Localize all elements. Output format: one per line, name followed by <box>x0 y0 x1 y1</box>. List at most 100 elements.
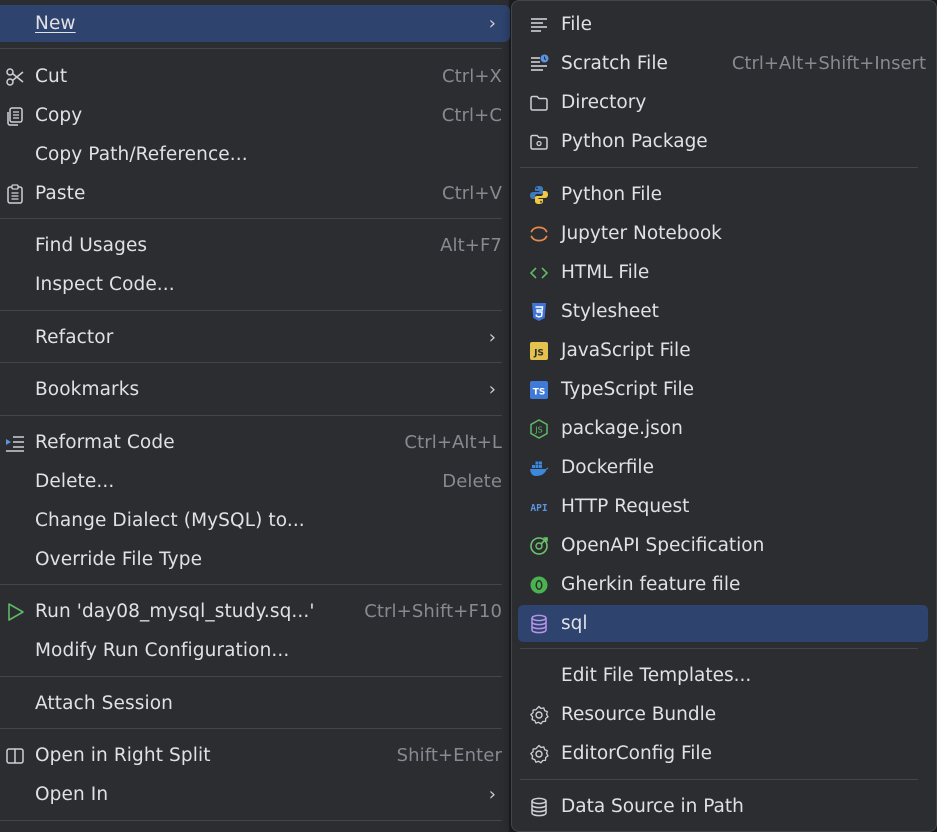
menu-item-run[interactable]: Run 'day08_mysql_study.sq...' Ctrl+Shift… <box>0 593 510 630</box>
shortcut-text: Ctrl+C <box>441 105 502 126</box>
submenu-separator <box>520 167 918 168</box>
menu-item-refactor[interactable]: Refactor › <box>0 319 510 356</box>
menu-item-open-right-split[interactable]: Open in Right Split Shift+Enter <box>0 737 510 774</box>
submenu-item-editorconfig-file[interactable]: EditorConfig File <box>518 735 928 772</box>
menu-item-delete[interactable]: Delete... Delete <box>0 463 510 500</box>
database-icon <box>528 613 550 635</box>
menu-separator <box>0 218 502 219</box>
menu-item-modify-run-configuration[interactable]: Modify Run Configuration... <box>0 632 510 669</box>
api-icon-text: API <box>530 503 547 514</box>
submenu-item-jupyter-notebook[interactable]: Jupyter Notebook <box>518 215 928 252</box>
menu-item-label: Delete... <box>35 471 115 492</box>
menu-item-label: Override File Type <box>35 549 203 570</box>
submenu-item-python-package[interactable]: Python Package <box>518 123 928 160</box>
html-icon <box>528 262 550 284</box>
menu-separator <box>0 820 502 821</box>
js-icon-text: JS <box>533 348 544 358</box>
submenu-item-label: HTTP Request <box>561 496 690 517</box>
submenu-item-scratch-file[interactable]: Scratch File Ctrl+Alt+Shift+Insert <box>518 45 928 82</box>
submenu-item-typescript-file[interactable]: TS TypeScript File <box>518 371 928 408</box>
shortcut-text: Shift+Enter <box>396 745 502 766</box>
menu-item-label: Inspect Code... <box>35 274 175 295</box>
jupyter-icon <box>528 223 550 245</box>
submenu-item-label: Edit File Templates... <box>561 665 752 686</box>
submenu-item-label: Dockerfile <box>561 457 654 478</box>
menu-item-new[interactable]: New › <box>0 5 510 42</box>
clipboard-icon <box>4 183 26 205</box>
menu-item-find-usages[interactable]: Find Usages Alt+F7 <box>0 227 510 264</box>
submenu-item-label: Resource Bundle <box>561 704 717 725</box>
menu-item-paste[interactable]: Paste Ctrl+V <box>0 175 510 212</box>
submenu-item-sql[interactable]: sql <box>518 605 928 642</box>
openapi-icon <box>528 535 550 557</box>
menu-item-label: New <box>35 13 76 34</box>
python-icon <box>528 184 550 206</box>
submenu-item-edit-file-templates[interactable]: Edit File Templates... <box>518 657 928 694</box>
menu-item-label: Open in Right Split <box>35 745 211 766</box>
submenu-item-label: Directory <box>561 92 647 113</box>
menu-item-label: Modify Run Configuration... <box>35 640 290 661</box>
submenu-item-http-request[interactable]: API HTTP Request <box>518 488 928 525</box>
submenu-item-directory[interactable]: Directory <box>518 84 928 121</box>
menu-item-attach-session[interactable]: Attach Session <box>0 685 510 722</box>
submenu-item-dockerfile[interactable]: Dockerfile <box>518 449 928 486</box>
split-view-icon <box>4 745 26 767</box>
menu-item-label: Run 'day08_mysql_study.sq...' <box>35 601 315 622</box>
chevron-right-icon: › <box>488 784 496 805</box>
menu-item-label: Copy Path/Reference... <box>35 144 248 165</box>
submenu-item-label: HTML File <box>561 262 650 283</box>
context-menu-screen: New › Cut Ctrl+X Copy Ctrl+C Copy Path/R… <box>0 0 937 832</box>
typescript-icon: TS <box>528 379 550 401</box>
submenu-item-label: package.json <box>561 418 683 439</box>
submenu-item-label: Jupyter Notebook <box>561 223 722 244</box>
python-package-icon <box>528 131 550 153</box>
chevron-right-icon: › <box>488 327 496 348</box>
submenu-item-package-json[interactable]: JS package.json <box>518 410 928 447</box>
submenu-item-stylesheet[interactable]: Stylesheet <box>518 293 928 330</box>
shortcut-text: Ctrl+X <box>441 66 502 87</box>
submenu-item-label: EditorConfig File <box>561 743 712 764</box>
menu-separator <box>0 676 502 677</box>
scissors-icon <box>4 66 26 88</box>
menu-item-label: Paste <box>35 183 86 204</box>
submenu-item-gherkin-feature-file[interactable]: Gherkin feature file <box>518 566 928 603</box>
menu-item-copy[interactable]: Copy Ctrl+C <box>0 97 510 134</box>
menu-item-override-file-type[interactable]: Override File Type <box>0 541 510 578</box>
submenu-item-html-file[interactable]: HTML File <box>518 254 928 291</box>
menu-item-reformat-code[interactable]: Reformat Code Ctrl+Alt+L <box>0 424 510 461</box>
menu-item-copy-path[interactable]: Copy Path/Reference... <box>0 136 510 173</box>
submenu-item-openapi-specification[interactable]: OpenAPI Specification <box>518 527 928 564</box>
gherkin-icon <box>528 574 550 596</box>
ts-icon-text: TS <box>533 387 546 397</box>
scratch-file-icon <box>528 53 550 75</box>
database-icon <box>528 796 550 818</box>
new-submenu: File Scratch File Ctrl+Alt+Shift+Insert … <box>511 0 937 832</box>
submenu-item-file[interactable]: File <box>518 6 928 43</box>
submenu-item-data-source-in-path[interactable]: Data Source in Path <box>518 788 928 825</box>
chevron-right-icon: › <box>488 13 496 34</box>
reformat-icon <box>4 432 26 454</box>
menu-item-label: Refactor <box>35 327 114 348</box>
menu-item-label: Change Dialect (MySQL) to... <box>35 510 305 531</box>
copy-icon <box>4 105 26 127</box>
menu-item-cut[interactable]: Cut Ctrl+X <box>0 58 510 95</box>
submenu-item-label: sql <box>561 613 588 634</box>
menu-separator <box>0 415 502 416</box>
menu-item-open-in[interactable]: Open In › <box>0 776 510 813</box>
shortcut-text: Ctrl+Alt+L <box>404 432 502 453</box>
submenu-item-javascript-file[interactable]: JS JavaScript File <box>518 332 928 369</box>
submenu-item-label: Python File <box>561 184 662 205</box>
submenu-item-python-file[interactable]: Python File <box>518 176 928 213</box>
menu-separator <box>0 310 502 311</box>
menu-item-label: Reformat Code <box>35 432 175 453</box>
menu-separator <box>0 48 502 49</box>
menu-item-inspect-code[interactable]: Inspect Code... <box>0 266 510 303</box>
menu-item-bookmarks[interactable]: Bookmarks › <box>0 371 510 408</box>
folder-icon <box>528 92 550 114</box>
run-icon <box>4 601 26 623</box>
submenu-separator <box>520 779 918 780</box>
menu-item-change-dialect[interactable]: Change Dialect (MySQL) to... <box>0 502 510 539</box>
submenu-item-resource-bundle[interactable]: Resource Bundle <box>518 696 928 733</box>
submenu-item-label: File <box>561 14 592 35</box>
menu-item-label: Cut <box>35 66 68 87</box>
